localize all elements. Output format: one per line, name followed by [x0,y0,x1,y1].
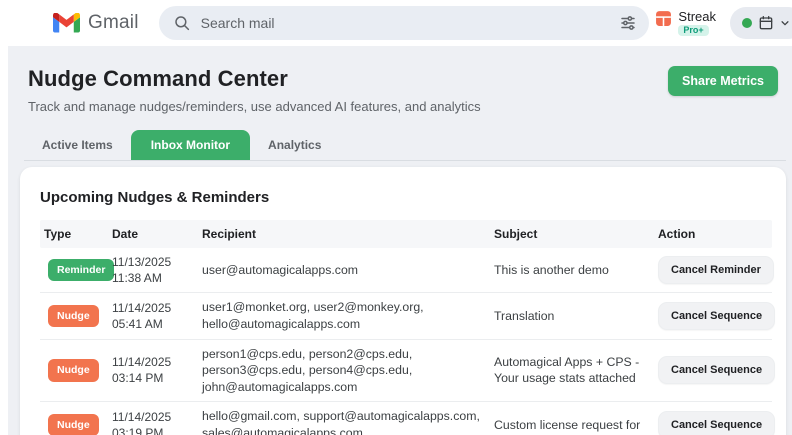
row-subject: Custom license request for [490,417,650,434]
column-header-recipient: Recipient [198,220,486,248]
column-header-date: Date [108,220,194,248]
search-input[interactable] [201,15,619,31]
table-row: Nudge 11/14/2025 05:41 AM user1@monket.o… [40,293,772,339]
page-header: Nudge Command Center Track and manage nu… [8,46,792,114]
row-recipient: hello@gmail.com, support@automagicalapps… [198,408,486,435]
card-heading: Upcoming Nudges & Reminders [40,189,772,206]
type-badge: Nudge [48,414,99,435]
row-action-button[interactable]: Cancel Sequence [658,302,775,330]
table-row: Nudge 11/14/2025 03:19 PM hello@gmail.co… [40,402,772,435]
status-dot-icon [742,18,752,28]
table-row: Nudge 11/14/2025 03:14 PM person1@cps.ed… [40,340,772,403]
gmail-logo-icon [53,13,80,34]
row-action-button[interactable]: Cancel Reminder [658,256,774,284]
column-header-subject: Subject [490,220,650,248]
tab-bar: Active Items Inbox Monitor Analytics [24,130,786,161]
share-metrics-button[interactable]: Share Metrics [668,66,778,96]
row-date: 11/14/2025 03:14 PM [108,354,194,386]
upcoming-nudges-card: Upcoming Nudges & Reminders Type Date Re… [20,167,786,435]
topbar-right: Streak Pro+ [655,7,792,39]
row-date: 11/14/2025 03:19 PM [108,409,194,435]
chevron-down-icon [780,18,790,28]
row-subject: Translation [490,308,650,325]
tab-active-items[interactable]: Active Items [24,130,131,160]
row-recipient: user@automagicalapps.com [198,262,486,279]
tab-analytics[interactable]: Analytics [250,130,339,160]
left-edge-strip [0,46,8,435]
table-body: Reminder 11/13/2025 11:38 AM user@automa… [40,248,772,435]
streak-logo-icon [655,10,672,27]
row-subject: Automagical Apps + CPS - Your usage stat… [490,354,650,387]
gmail-topbar: Gmail [0,0,792,46]
streak-plan-badge: Pro+ [678,25,708,36]
gmail-brand-label: Gmail [88,12,139,34]
type-badge: Nudge [48,305,99,327]
column-header-action: Action [654,220,772,248]
row-date: 11/14/2025 05:41 AM [108,300,194,332]
page-title: Nudge Command Center [28,66,481,92]
row-recipient: user1@monket.org, user2@monkey.org, hell… [198,299,486,332]
streak-status-menu[interactable] [730,7,792,39]
type-badge: Nudge [48,359,99,381]
page-subtitle: Track and manage nudges/reminders, use a… [28,99,481,114]
row-recipient: person1@cps.edu, person2@cps.edu, person… [198,346,486,396]
streak-extension[interactable]: Streak Pro+ [655,10,716,36]
row-action-button[interactable]: Cancel Sequence [658,411,775,435]
search-icon [173,14,191,32]
app-window: Gmail [0,0,792,435]
row-action-button[interactable]: Cancel Sequence [658,356,775,384]
streak-label: Streak [678,10,716,23]
row-subject: This is another demo [490,262,650,279]
search-options-icon[interactable] [619,14,637,32]
gmail-brand[interactable]: Gmail [53,12,139,34]
page-body: Nudge Command Center Track and manage nu… [0,46,792,435]
calendar-icon [758,15,774,31]
tab-inbox-monitor[interactable]: Inbox Monitor [131,130,250,160]
table-header-row: Type Date Recipient Subject Action [40,220,772,248]
column-header-type: Type [40,220,104,248]
table-row: Reminder 11/13/2025 11:38 AM user@automa… [40,248,772,293]
row-date: 11/13/2025 11:38 AM [108,254,194,286]
search-bar[interactable] [159,6,649,40]
type-badge: Reminder [48,259,114,281]
